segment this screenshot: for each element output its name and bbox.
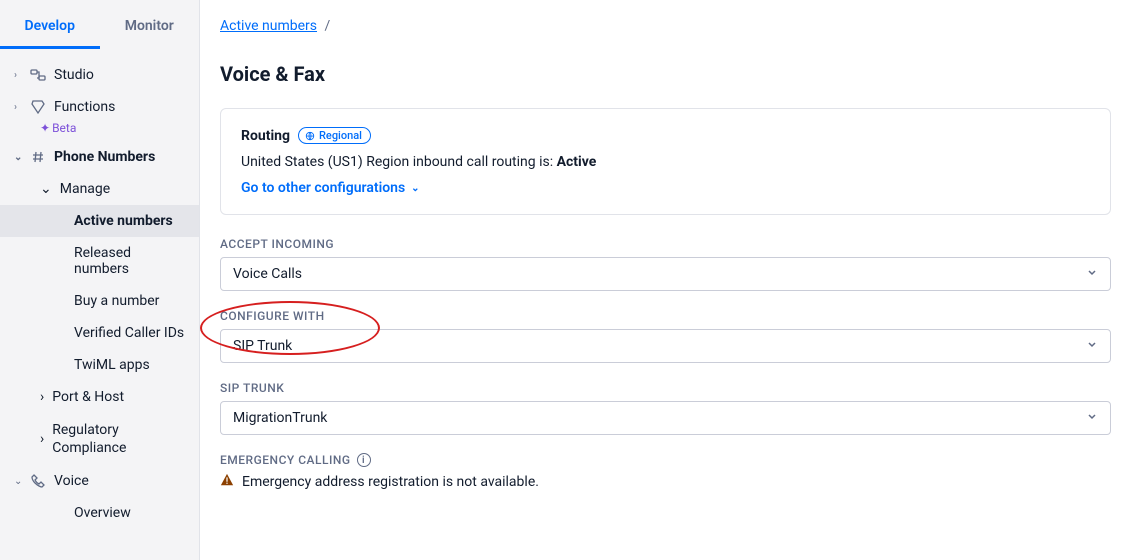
chevron-down-icon: ⌄ [40, 181, 52, 197]
nav-item-studio[interactable]: › Studio [0, 59, 199, 91]
sparkle-icon: ✦ [40, 121, 50, 135]
goto-other-configurations-link[interactable]: Go to other configurations ⌄ [241, 180, 420, 196]
tab-develop[interactable]: Develop [0, 0, 100, 49]
emergency-calling-label: EMERGENCY CALLING i [220, 453, 1111, 467]
nav-item-regulatory-compliance[interactable]: › Regulatory Compliance [0, 413, 199, 465]
chevron-down-icon: ⌄ [411, 183, 419, 194]
nav-label: Manage [60, 181, 110, 197]
nav-label: Studio [54, 67, 94, 83]
nav-label: Port & Host [52, 389, 124, 405]
hash-icon [30, 149, 46, 165]
nav-item-buy-a-number[interactable]: Buy a number [0, 285, 199, 317]
chevron-right-icon: › [40, 389, 44, 405]
select-value: Voice Calls [233, 266, 302, 282]
nav-label: Phone Numbers [54, 149, 155, 165]
page-title: Voice & Fax [220, 62, 1111, 86]
breadcrumb: Active numbers / [220, 18, 1111, 34]
routing-card: Routing Regional United States (US1) Reg… [220, 108, 1111, 215]
studio-icon [30, 67, 46, 83]
sip-trunk-select[interactable]: MigrationTrunk [220, 401, 1111, 435]
configure-with-label: CONFIGURE WITH [220, 309, 1111, 323]
sidebar-nav: › Studio › Functions ✦Beta ⌄ Phone Numbe… [0, 49, 199, 529]
nav-item-port-host[interactable]: › Port & Host [0, 381, 199, 413]
functions-icon [30, 99, 46, 115]
breadcrumb-separator: / [325, 18, 331, 34]
nav-item-released-numbers[interactable]: Released numbers [0, 237, 199, 285]
tab-monitor[interactable]: Monitor [100, 0, 200, 49]
select-value: SIP Trunk [233, 338, 292, 354]
routing-description: United States (US1) Region inbound call … [241, 154, 1090, 170]
configure-with-select[interactable]: SIP Trunk [220, 329, 1111, 363]
breadcrumb-link-active-numbers[interactable]: Active numbers [220, 18, 317, 34]
chevron-down-icon [1086, 338, 1098, 354]
nav-label: Functions [54, 99, 115, 115]
nav-item-functions[interactable]: › Functions [0, 91, 199, 123]
emergency-warning: Emergency address registration is not av… [220, 473, 1111, 491]
warning-icon [220, 473, 234, 491]
nav-item-active-numbers[interactable]: Active numbers [0, 205, 199, 237]
accept-incoming-label: ACCEPT INCOMING [220, 237, 1111, 251]
chevron-down-icon [1086, 410, 1098, 426]
chevron-right-icon: › [40, 431, 44, 447]
regional-pill: Regional [298, 127, 371, 144]
nav-item-voice-overview[interactable]: Overview [0, 497, 199, 529]
globe-icon [305, 131, 315, 141]
nav-item-voice[interactable]: ⌄ Voice [0, 465, 199, 497]
beta-badge: ✦Beta [0, 121, 199, 135]
phone-icon [30, 473, 46, 489]
nav-item-phone-numbers[interactable]: ⌄ Phone Numbers [0, 141, 199, 173]
nav-item-manage[interactable]: ⌄ Manage [0, 173, 199, 205]
nav-item-twiml-apps[interactable]: TwiML apps [0, 349, 199, 381]
select-value: MigrationTrunk [233, 410, 327, 426]
routing-title: Routing [241, 128, 290, 144]
chevron-down-icon [1086, 266, 1098, 282]
nav-item-verified-caller-ids[interactable]: Verified Caller IDs [0, 317, 199, 349]
sidebar: Develop Monitor › Studio › Functions ✦Be… [0, 0, 200, 560]
chevron-right-icon: › [14, 70, 22, 81]
main-content: Active numbers / Voice & Fax Routing Reg… [200, 0, 1131, 560]
accept-incoming-select[interactable]: Voice Calls [220, 257, 1111, 291]
nav-label: Regulatory Compliance [52, 421, 189, 457]
sidebar-tabs: Develop Monitor [0, 0, 199, 49]
info-icon[interactable]: i [357, 453, 371, 467]
chevron-down-icon: ⌄ [14, 476, 22, 487]
sip-trunk-label: SIP TRUNK [220, 381, 1111, 395]
chevron-right-icon: › [14, 102, 22, 113]
nav-label: Voice [54, 473, 89, 489]
warning-text: Emergency address registration is not av… [242, 474, 539, 490]
chevron-down-icon: ⌄ [14, 152, 22, 163]
